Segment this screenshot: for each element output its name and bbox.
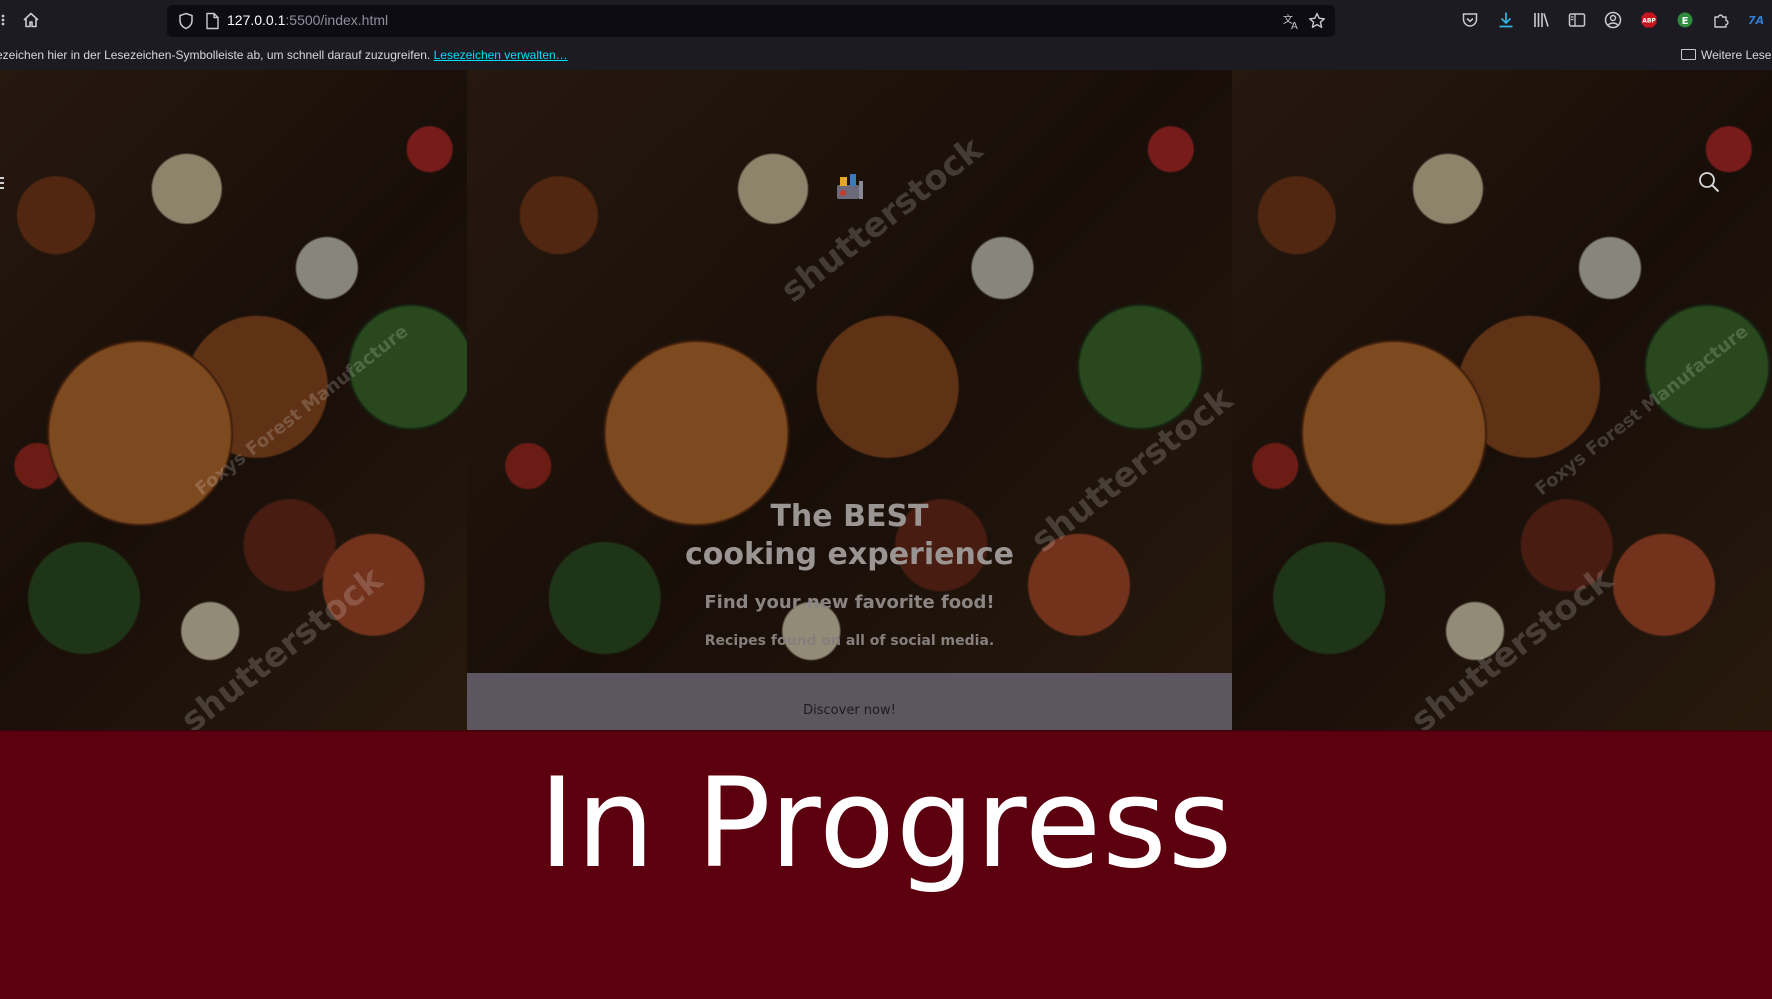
extension-e-icon[interactable]: E bbox=[1674, 9, 1696, 31]
overflow-edge-icon[interactable] bbox=[0, 9, 14, 31]
extension-e-label: E bbox=[1682, 16, 1689, 27]
manage-bookmarks-link[interactable]: Lesezeichen verwalten… bbox=[434, 48, 568, 62]
hero-tagline: Recipes found on all of social media. bbox=[704, 633, 995, 649]
extension-blue-label: 7A bbox=[1748, 14, 1764, 27]
hero-title-line-2: cooking experience bbox=[685, 537, 1014, 572]
url-path: :5500/index.html bbox=[285, 12, 389, 28]
shield-icon[interactable] bbox=[175, 10, 197, 32]
bookmarks-empty-message: ezeichen hier in der Lesezeichen-Symboll… bbox=[0, 48, 568, 62]
page-viewport: shutterstock shutterstock shutterstock s… bbox=[0, 70, 1772, 730]
bookmarks-toolbar: ezeichen hier in der Lesezeichen-Symboll… bbox=[0, 41, 1772, 71]
page-icon bbox=[201, 10, 223, 32]
discover-now-label: Discover now! bbox=[803, 703, 896, 718]
url-host: 127.0.0.1 bbox=[227, 12, 286, 28]
svg-text:A: A bbox=[1291, 21, 1298, 32]
library-icon[interactable] bbox=[1530, 9, 1552, 31]
hero-title: The BEST cooking experience bbox=[467, 498, 1232, 574]
search-icon[interactable] bbox=[1697, 170, 1721, 194]
site-logo-icon[interactable] bbox=[834, 169, 866, 203]
adblock-icon[interactable]: ABP bbox=[1638, 9, 1660, 31]
home-icon[interactable] bbox=[20, 9, 42, 31]
browser-toolbar: 127.0.0.1:5500/index.html 文A ABP E 7A bbox=[0, 0, 1772, 41]
in-progress-text: In Progress bbox=[538, 752, 1234, 896]
discover-now-button[interactable]: Discover now! bbox=[467, 673, 1232, 730]
bookmarks-message: ezeichen hier in der Lesezeichen-Symboll… bbox=[0, 48, 431, 62]
folder-icon bbox=[1681, 49, 1696, 60]
hero-background-left bbox=[0, 70, 467, 730]
other-bookmarks-folder[interactable]: Weitere Lesez bbox=[1681, 48, 1772, 62]
star-icon[interactable] bbox=[1306, 10, 1328, 32]
hamburger-menu-icon[interactable] bbox=[0, 174, 4, 192]
extension-blue-icon[interactable]: 7A bbox=[1746, 9, 1768, 31]
download-icon[interactable] bbox=[1495, 9, 1517, 31]
adblock-label: ABP bbox=[1642, 18, 1656, 25]
url-text[interactable]: 127.0.0.1:5500/index.html bbox=[227, 12, 388, 28]
address-bar[interactable]: 127.0.0.1:5500/index.html 文A bbox=[167, 5, 1335, 37]
hero-title-line-1: The BEST bbox=[770, 499, 929, 534]
account-icon[interactable] bbox=[1602, 9, 1624, 31]
sidebar-icon[interactable] bbox=[1566, 9, 1588, 31]
other-bookmarks-label: Weitere Lesez bbox=[1701, 48, 1772, 62]
in-progress-banner: In Progress bbox=[0, 730, 1772, 999]
hero-subtitle: Find your new favorite food! bbox=[704, 592, 995, 613]
translate-icon[interactable]: 文A bbox=[1281, 10, 1303, 32]
pocket-icon[interactable] bbox=[1459, 9, 1481, 31]
extensions-icon[interactable] bbox=[1710, 9, 1732, 31]
